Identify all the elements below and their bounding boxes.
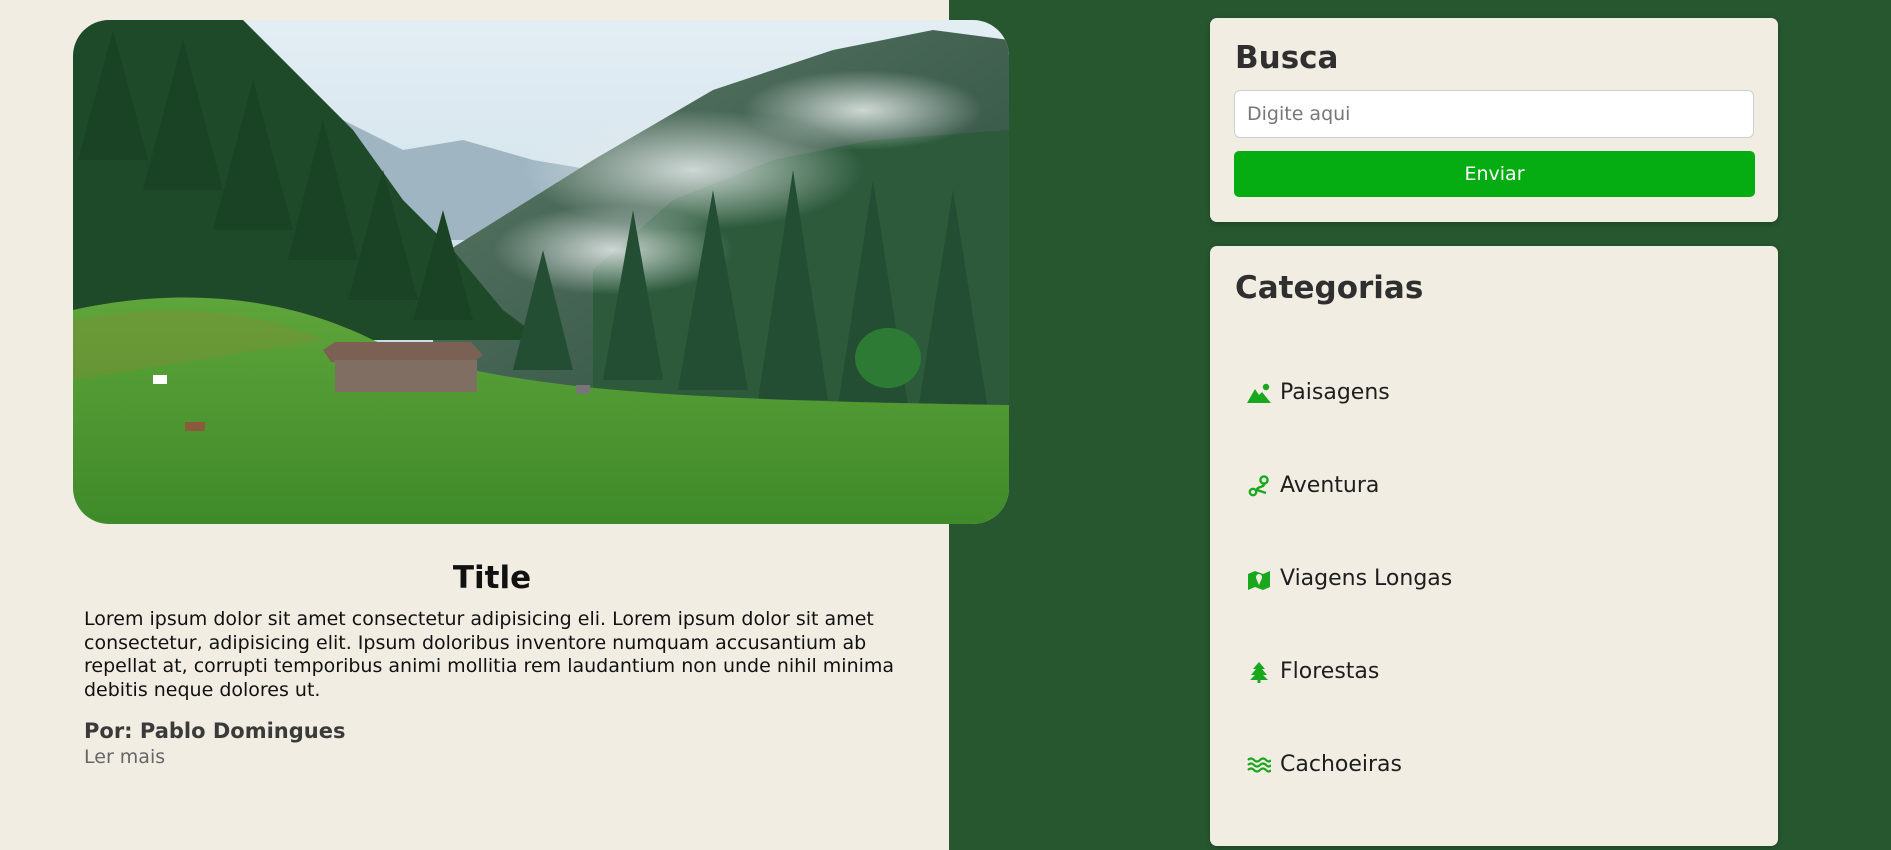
- category-aventura[interactable]: Aventura: [1246, 439, 1452, 532]
- tree-icon: [1246, 659, 1272, 685]
- categories-title: Categorias: [1235, 270, 1424, 306]
- category-label: Viagens Longas: [1280, 566, 1453, 591]
- category-cachoeiras[interactable]: Cachoeiras: [1246, 718, 1452, 811]
- search-input[interactable]: [1234, 90, 1754, 138]
- categories-list: Paisagens Aventura Viagens Longas Flores…: [1246, 346, 1452, 811]
- category-label: Cachoeiras: [1280, 752, 1402, 777]
- search-title: Busca: [1235, 40, 1339, 76]
- post-author: Por: Pablo Domingues: [84, 719, 346, 743]
- map-location-icon: [1246, 566, 1272, 592]
- search-card: Busca Enviar: [1210, 18, 1778, 222]
- category-label: Aventura: [1280, 473, 1380, 498]
- categories-card: Categorias Paisagens Aventura Viagens Lo…: [1210, 246, 1778, 846]
- category-florestas[interactable]: Florestas: [1246, 625, 1452, 718]
- water-icon: [1246, 752, 1272, 778]
- post-image: [73, 20, 1009, 524]
- category-viagens-longas[interactable]: Viagens Longas: [1246, 532, 1452, 625]
- submit-button[interactable]: Enviar: [1234, 151, 1755, 197]
- route-icon: [1246, 473, 1272, 499]
- category-label: Florestas: [1280, 659, 1380, 684]
- read-more-link[interactable]: Ler mais: [84, 746, 165, 768]
- post-text: Lorem ipsum dolor sit amet consectetur a…: [84, 608, 895, 701]
- category-paisagens[interactable]: Paisagens: [1246, 346, 1452, 439]
- post-title: Title: [452, 560, 532, 596]
- category-label: Paisagens: [1280, 380, 1390, 405]
- mountain-sun-icon: [1246, 380, 1272, 406]
